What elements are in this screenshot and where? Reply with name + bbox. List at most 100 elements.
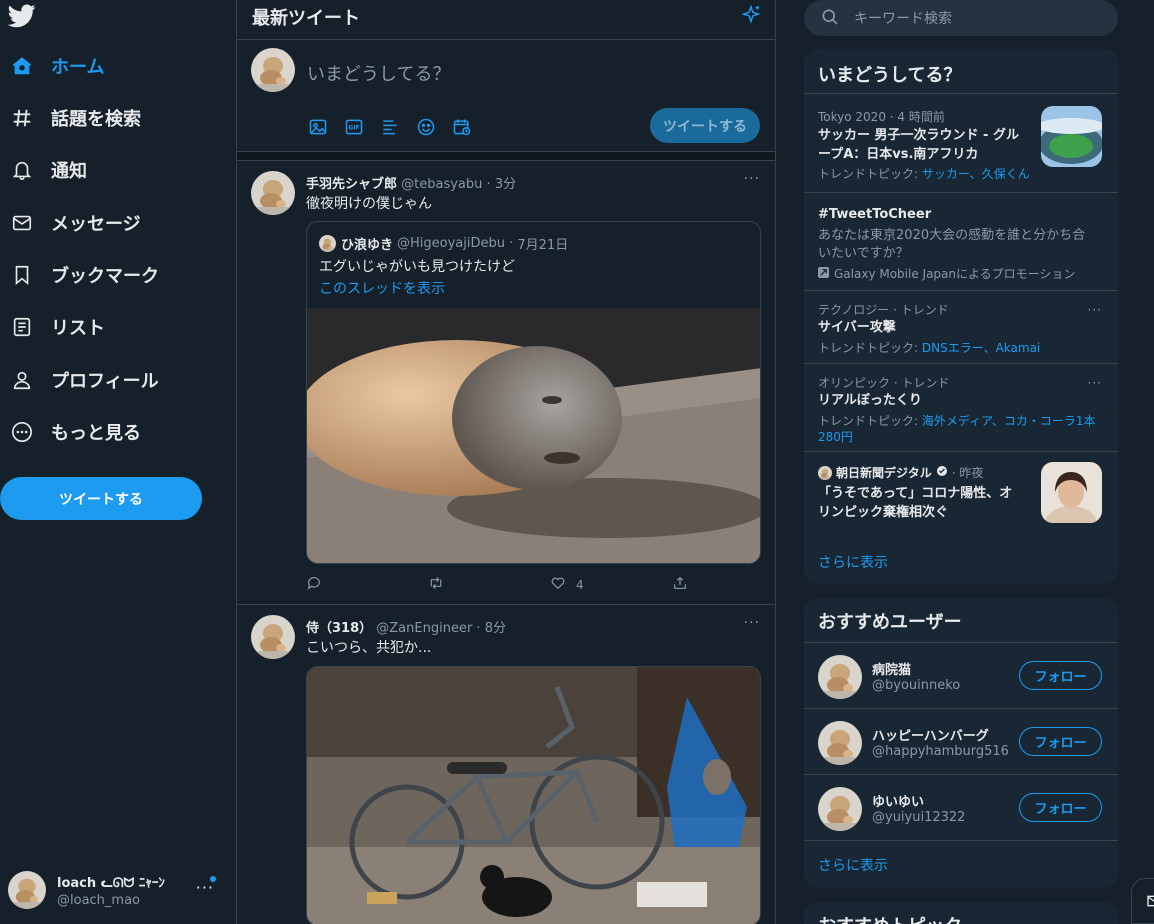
- promoted-icon: [818, 266, 829, 282]
- right-sidebar: キーワード検索 いまどうしてる？ Tokyo 2020 · 4 時間前 サッカー…: [804, 0, 1118, 924]
- nav-label: ホーム: [51, 57, 105, 78]
- tweet-header: 手羽先シャブ郎 @tebasyabu · 3分: [306, 177, 517, 192]
- reply-icon[interactable]: [306, 575, 322, 591]
- tweet-time[interactable]: 8分: [485, 621, 506, 636]
- retweet-icon[interactable]: [427, 575, 445, 591]
- avatar: [818, 655, 862, 699]
- show-thread-link[interactable]: このスレッドを表示: [319, 278, 445, 298]
- nav-label: もっと見る: [51, 423, 141, 444]
- timeline-header: 最新ツイート: [237, 0, 775, 40]
- author-handle[interactable]: @tebasyabu: [401, 177, 482, 192]
- tweet[interactable]: 手羽先シャブ郎 @tebasyabu · 3分 ··· 徹夜明けの僕じゃん ひ浪…: [237, 161, 775, 605]
- gif-icon[interactable]: GIF: [343, 116, 365, 138]
- poll-icon[interactable]: [379, 116, 401, 138]
- sparkle-icon[interactable]: [740, 4, 762, 26]
- submit-tweet-button[interactable]: ツイートする: [650, 108, 760, 143]
- user-name: ゆいゆい: [872, 795, 925, 810]
- trends-panel: いまどうしてる？ Tokyo 2020 · 4 時間前 サッカー 男子一次ラウン…: [804, 49, 1118, 584]
- search-input[interactable]: キーワード検索: [854, 8, 952, 28]
- nav-item-explore[interactable]: 話題を検索: [10, 98, 141, 138]
- trend-headline: #TweetToCheer: [818, 207, 932, 222]
- nav-label: ブックマーク: [51, 266, 159, 287]
- news-headline: 「うそであって」コロナ陽性、オ リンピック棄権相次ぐ: [818, 486, 1013, 520]
- quote-header: ひ浪ゆき @HigeoyajiDebu · 7月21日: [319, 234, 568, 253]
- follow-button[interactable]: フォロー: [1019, 661, 1102, 690]
- who-to-follow-panel: おすすめユーザー 病院猫 @byouinneko フォロー ハッピーハンバーグ …: [804, 598, 1118, 888]
- share-icon[interactable]: [672, 575, 688, 591]
- schedule-icon[interactable]: [451, 116, 473, 138]
- nav-label: 話題を検索: [51, 109, 141, 130]
- author-handle[interactable]: @ZanEngineer: [376, 621, 472, 636]
- user-suggestion[interactable]: ハッピーハンバーグ @happyhamburg516 フォロー: [804, 708, 1118, 774]
- search-bar[interactable]: キーワード検索: [804, 0, 1118, 36]
- compose-input[interactable]: いまどうしてる？: [307, 60, 450, 86]
- trend-headline: サッカー 男子一次ラウンド - グル ープA：日本vs.南アフリカ: [818, 128, 1019, 162]
- account-switcher[interactable]: loach ᓚᘏᗢ ﾆｬｰﾝ @loach_mao ···: [8, 868, 224, 912]
- avatar[interactable]: [251, 615, 295, 659]
- tweet-time[interactable]: 3分: [495, 177, 516, 192]
- nav-item-profile[interactable]: プロフィール: [10, 360, 159, 400]
- tweet-text: 徹夜明けの僕じゃん: [306, 196, 432, 212]
- news-item[interactable]: 朝日新聞デジタル · 昨夜 「うそであって」コロナ陽性、オ リンピック棄権相次ぐ: [804, 451, 1118, 535]
- more-horizontal-icon[interactable]: ···: [744, 171, 760, 187]
- nav-item-messages[interactable]: メッセージ: [10, 203, 141, 243]
- avatar: [8, 871, 46, 909]
- show-more-row[interactable]: さらに表示: [804, 840, 1118, 888]
- nav-item-lists[interactable]: リスト: [10, 307, 105, 347]
- quote-date: 7月21日: [517, 238, 569, 253]
- nav-item-more[interactable]: もっと見る: [10, 412, 141, 452]
- hashtag-icon: [10, 106, 34, 130]
- author-name[interactable]: 手羽先シャブ郎: [306, 177, 397, 192]
- tweet-header: 侍（318） @ZanEngineer · 8分: [306, 621, 506, 636]
- promo-source: Galaxy Mobile Japanによるプロモーション: [834, 267, 1076, 281]
- user-suggestion[interactable]: ゆいゆい @yuiyui12322 フォロー: [804, 774, 1118, 840]
- more-horizontal-icon[interactable]: ···: [1088, 376, 1102, 390]
- image-icon[interactable]: [307, 116, 329, 138]
- twitter-bird-icon[interactable]: [8, 4, 36, 28]
- emoji-icon[interactable]: [415, 116, 437, 138]
- trend-item[interactable]: テクノロジー · トレンド サイバー攻撃 トレンドトピック: DNSエラー、Ak…: [804, 290, 1118, 363]
- nav-item-notifications[interactable]: 通知: [10, 150, 87, 190]
- compose-box: いまどうしてる？ GIF ツイートする: [237, 40, 775, 152]
- stadium-thumbnail: [1041, 106, 1102, 167]
- avatar: [818, 787, 862, 831]
- like-button[interactable]: 4: [550, 575, 584, 594]
- more-horizontal-icon[interactable]: ···: [1088, 303, 1102, 317]
- trend-topic-links[interactable]: サッカー、久保くん: [922, 167, 1030, 181]
- heart-icon: [550, 575, 566, 594]
- potato-photo[interactable]: [307, 308, 760, 563]
- trend-item[interactable]: Tokyo 2020 · 4 時間前 サッカー 男子一次ラウンド - グル ープ…: [804, 93, 1118, 192]
- trend-topics: トレンドトピック: 海外メディア、コカ・コーラ1本 280円: [818, 413, 1098, 445]
- bookmark-icon: [10, 263, 34, 287]
- user-suggestion[interactable]: 病院猫 @byouinneko フォロー: [804, 642, 1118, 708]
- more-horizontal-icon[interactable]: ···: [744, 615, 760, 631]
- like-count: 4: [576, 577, 584, 592]
- trend-topic-links[interactable]: DNSエラー、Akamai: [922, 341, 1040, 355]
- nav-item-home[interactable]: ホーム: [10, 46, 104, 86]
- author-name[interactable]: 侍（318）: [306, 621, 372, 636]
- follow-button[interactable]: フォロー: [1019, 793, 1102, 822]
- tweet-button[interactable]: ツイートする: [0, 477, 202, 520]
- notification-dot: [210, 876, 216, 882]
- show-more-link[interactable]: さらに表示: [818, 855, 888, 875]
- account-name: loach ᓚᘏᗢ ﾆｬｰﾝ: [57, 876, 165, 891]
- promoted-label: Galaxy Mobile Japanによるプロモーション: [818, 266, 1075, 282]
- bicycle-cat-photo[interactable]: [306, 666, 761, 924]
- list-icon: [10, 315, 34, 339]
- user-handle: @yuiyui12322: [872, 810, 966, 825]
- quoted-tweet[interactable]: ひ浪ゆき @HigeoyajiDebu · 7月21日 エグいじゃがいも見つけた…: [306, 221, 761, 564]
- nav-item-bookmarks[interactable]: ブックマーク: [10, 255, 159, 295]
- user-handle: @byouinneko: [872, 678, 961, 693]
- mail-icon: [10, 211, 34, 235]
- show-more-link[interactable]: さらに表示: [818, 552, 888, 572]
- avatar[interactable]: [251, 171, 295, 215]
- svg-text:GIF: GIF: [349, 126, 360, 132]
- follow-button[interactable]: フォロー: [1019, 727, 1102, 756]
- tweet[interactable]: 侍（318） @ZanEngineer · 8分 ··· こいつら、共犯か...: [237, 605, 775, 924]
- nav-label: メッセージ: [51, 214, 141, 235]
- promoted-trend[interactable]: #TweetToCheer あなたは東京2020大会の感動を誰と分かち合 いたい…: [804, 192, 1118, 290]
- trend-topic-label: トレンドトピック:: [818, 414, 922, 428]
- avatar: [251, 48, 295, 92]
- trend-item[interactable]: オリンピック · トレンド リアルぼったくり トレンドトピック: 海外メディア、…: [804, 363, 1118, 451]
- messages-drawer-toggle[interactable]: [1131, 878, 1154, 924]
